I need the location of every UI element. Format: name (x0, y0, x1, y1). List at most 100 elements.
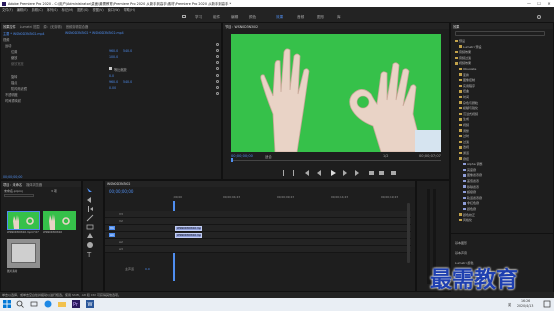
workspace-libraries[interactable]: 库 (337, 15, 341, 20)
reset-icon[interactable] (216, 61, 219, 64)
ripple-edit-tool-icon[interactable] (86, 205, 94, 213)
slip-tool-icon[interactable] (86, 223, 94, 231)
effects-list-item[interactable]: 时间 (459, 95, 469, 99)
effects-list-item[interactable]: 非红色键 (463, 201, 479, 205)
effects-search-input[interactable] (455, 31, 545, 36)
panel-essential-sound[interactable]: 基本声音 (455, 251, 467, 255)
sequence-thumbnail[interactable] (43, 211, 76, 230)
tab-source[interactable]: 源：(无剪辑) (43, 24, 61, 29)
track-label-v1[interactable]: V1 (109, 226, 115, 230)
minimize-button[interactable]: — (524, 0, 534, 7)
program-playhead[interactable] (231, 158, 233, 162)
uniform-scale-checkbox[interactable] (109, 67, 112, 70)
effects-list-item[interactable]: 移除遮罩 (463, 185, 479, 189)
track-label-v2[interactable]: V2 (119, 219, 123, 223)
track-label-v3[interactable]: V3 (119, 212, 123, 216)
time-remap-label[interactable]: 时间重映射 (5, 98, 21, 103)
track-label-a1[interactable]: A1 (109, 233, 115, 237)
effects-list-item[interactable]: 差值遮罩 (463, 179, 479, 183)
search-icon[interactable] (537, 15, 541, 19)
anchor-y-value[interactable]: 540.0 (123, 80, 132, 84)
flicker-value[interactable]: 0.00 (109, 86, 116, 90)
effects-list-item[interactable]: Alpha 调整 (463, 162, 482, 166)
motion-label[interactable]: 运动 (5, 43, 11, 48)
effects-list-item[interactable]: 过时 (459, 134, 469, 138)
tab-lumetri-scopes[interactable]: Lumetri 范围 (20, 24, 40, 29)
track-label-a3[interactable]: A3 (119, 247, 123, 251)
workspace-learn[interactable]: 学习 (195, 15, 202, 20)
track-a3[interactable]: A3 (105, 246, 411, 253)
effects-list-item[interactable]: Lumetri 预设 (459, 45, 482, 49)
effects-list-item[interactable]: 图像遮罩键 (463, 173, 482, 177)
effects-list-item[interactable]: 杂色与颗粒 (459, 101, 478, 105)
effects-list-item[interactable]: 视频 (459, 123, 469, 127)
tab-effect-controls[interactable]: 效果控件 (3, 24, 16, 29)
workspace-color[interactable]: 颜色 (249, 15, 256, 20)
effects-list-item[interactable]: 预设 (455, 39, 465, 43)
timeline-scrollbar[interactable] (407, 203, 410, 263)
task-view-icon[interactable] (30, 300, 38, 308)
video-clip[interactable]: WSN0D3N3i02.mp4 [V] (175, 226, 202, 231)
program-timecode[interactable]: 00;00;00;00 (231, 154, 253, 158)
reset-icon[interactable] (216, 86, 219, 89)
tab-project[interactable]: 项目：未命名 (3, 182, 22, 187)
workspace-graphics[interactable]: 图形 (317, 15, 324, 20)
zoom-fit-select[interactable]: 适合 (265, 154, 272, 159)
notification-icon[interactable] (543, 300, 551, 308)
effects-list-item[interactable]: 键控 (459, 157, 469, 161)
scale-value[interactable]: 100.0 (109, 55, 118, 59)
opacity-label[interactable]: 不透明度 (5, 92, 18, 97)
track-a1[interactable]: A1 (105, 232, 411, 239)
resolution-select[interactable]: 1/2 (383, 154, 388, 158)
reset-icon[interactable] (216, 49, 219, 52)
sequence-label[interactable]: WSN0D3N3i02 * WSN0D3N3i02.mp4 (65, 31, 124, 35)
effects-list-item[interactable]: 轨道遮罩键 (463, 196, 482, 200)
reset-icon[interactable] (216, 55, 219, 58)
effects-list-item[interactable]: 实用程序 (459, 84, 475, 88)
track-select-tool-icon[interactable] (86, 196, 94, 204)
effects-list-item[interactable]: 通道 (459, 151, 469, 155)
track-v2[interactable]: V2 (105, 218, 411, 225)
project-search-input[interactable] (4, 194, 34, 197)
effects-list-item[interactable]: 调整 (459, 129, 469, 133)
effects-list-item[interactable]: 图像控制 (459, 78, 475, 82)
razor-tool-icon[interactable] (86, 214, 94, 222)
position-y-value[interactable]: 540.0 (123, 49, 132, 53)
type-tool-icon[interactable]: T (86, 250, 94, 258)
program-video-frame[interactable] (231, 34, 441, 152)
tab-sequence[interactable]: WSN0D3N3i02 (107, 182, 130, 186)
track-v1[interactable]: V1 (105, 225, 411, 232)
effects-list-item[interactable]: 生成 (459, 117, 469, 121)
tab-media-browser[interactable]: 媒体浏览器 (26, 182, 42, 187)
file-explorer-icon[interactable] (58, 300, 66, 308)
effects-list-item[interactable]: Obsolete (459, 67, 476, 71)
effects-list-item[interactable]: 颜色校正 (459, 213, 475, 217)
effects-list-item[interactable]: 变换 (459, 73, 469, 77)
hand-tool-icon[interactable] (86, 241, 94, 249)
effects-list-item[interactable]: 视频效果 (455, 61, 471, 65)
home-icon[interactable] (182, 15, 186, 18)
search-icon[interactable] (16, 300, 24, 308)
effects-list-item[interactable]: 透视 (459, 145, 469, 149)
track-a2[interactable]: A2 (105, 239, 411, 246)
clip-label[interactable]: 主要 * WSN0D3N3i02.mp4 (3, 31, 45, 36)
timeline-timecode[interactable]: 00;00;00;00 (109, 189, 133, 194)
image-bin-thumbnail[interactable] (7, 239, 40, 268)
word-icon[interactable]: W (86, 300, 94, 308)
tab-audio-clip-mixer[interactable]: 音频剪辑混合器 (66, 24, 88, 29)
audio-clip[interactable]: WSN0D3N3i02.mp4 (175, 233, 202, 238)
master-volume-value[interactable]: 0.0 (145, 267, 150, 271)
effects-list-item[interactable]: 过渡 (459, 140, 469, 144)
close-button[interactable]: ✕ (544, 0, 554, 7)
track-label-a2[interactable]: A2 (119, 240, 123, 244)
windows-start-icon[interactable] (3, 300, 11, 308)
workspace-audio[interactable]: 音频 (297, 15, 304, 20)
effects-list-item[interactable]: 颜色键 (463, 207, 476, 211)
position-x-value[interactable]: 960.0 (109, 49, 118, 53)
rotation-value[interactable]: 0.0 (109, 74, 114, 78)
tab-program[interactable]: 节目：WSN0D3N3i02 (225, 24, 258, 29)
taskbar-date[interactable]: 2020/4/13 (517, 304, 533, 308)
reset-icon[interactable] (216, 92, 219, 95)
anchor-x-value[interactable]: 960.0 (109, 80, 118, 84)
reset-icon[interactable] (216, 67, 219, 70)
